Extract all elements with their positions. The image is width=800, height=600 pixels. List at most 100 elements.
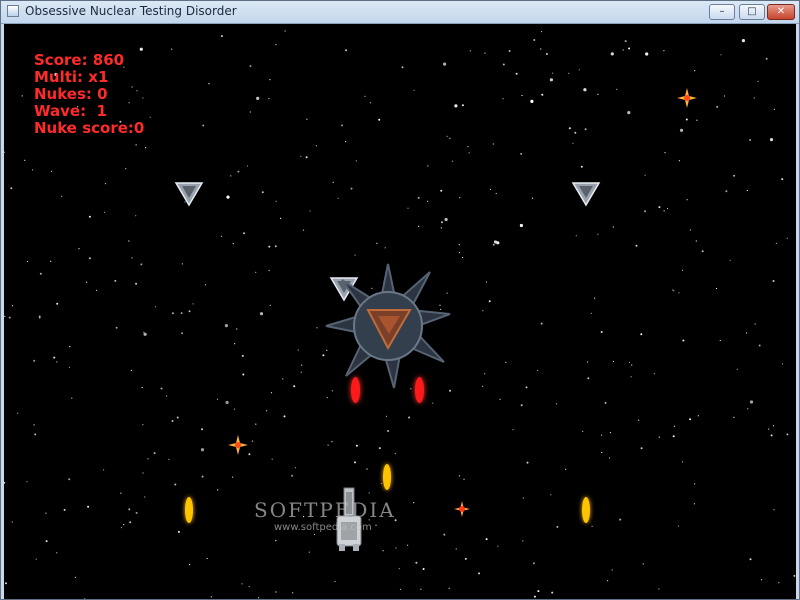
star: [580, 165, 583, 168]
star: [578, 69, 580, 71]
star: [781, 178, 784, 181]
star: [4, 151, 6, 153]
star: [341, 124, 343, 127]
star: [210, 596, 212, 598]
star: [458, 475, 460, 477]
star: [256, 96, 260, 100]
star: [248, 586, 250, 588]
star: [520, 152, 523, 155]
star: [489, 188, 492, 190]
star: [308, 551, 310, 553]
star: [533, 595, 536, 598]
star: [259, 312, 264, 316]
star: [525, 386, 528, 389]
star: [440, 189, 443, 192]
explosion-spark-icon: [677, 88, 697, 108]
star: [607, 580, 609, 582]
watermark-url: www.softpedia.com: [274, 522, 372, 533]
star: [612, 226, 614, 228]
star: [251, 440, 254, 442]
minimize-button[interactable]: –: [709, 4, 735, 20]
star: [271, 458, 273, 460]
star: [686, 199, 688, 201]
star: [449, 137, 451, 139]
star: [350, 187, 353, 190]
star: [387, 430, 390, 432]
star: [114, 279, 117, 282]
hud-nuke-score: Nuke score:0: [34, 119, 145, 137]
star: [492, 243, 495, 246]
star: [232, 476, 234, 478]
star: [508, 50, 511, 52]
star: [249, 65, 252, 68]
star: [773, 509, 775, 511]
star: [269, 79, 271, 81]
star: [627, 111, 631, 115]
star: [572, 142, 574, 144]
star: [180, 312, 183, 315]
star: [594, 297, 596, 299]
star: [255, 271, 257, 273]
star: [4, 481, 6, 484]
star: [168, 458, 170, 460]
star: [135, 282, 138, 285]
star: [220, 35, 223, 38]
star: [645, 52, 649, 56]
star: [280, 217, 282, 219]
star: [443, 62, 447, 66]
star: [587, 361, 589, 363]
star: [268, 98, 270, 100]
star: [464, 557, 467, 560]
star: [301, 364, 303, 366]
star: [399, 588, 402, 590]
app-window-icon[interactable]: [7, 5, 19, 17]
star: [142, 472, 144, 474]
star: [217, 489, 219, 491]
star: [582, 430, 584, 432]
star: [678, 292, 680, 294]
star: [440, 227, 442, 229]
star: [781, 363, 784, 365]
star: [71, 397, 73, 399]
star: [160, 387, 163, 390]
hud-nukes: Nukes: 0: [34, 85, 108, 103]
star: [300, 371, 302, 373]
close-button[interactable]: ✕: [767, 4, 795, 20]
star: [512, 429, 514, 431]
star: [499, 398, 501, 400]
star: [587, 377, 590, 380]
triangular-enemy-ship-icon: [174, 182, 204, 207]
star: [38, 315, 41, 318]
star: [69, 346, 71, 348]
star: [50, 260, 52, 262]
title-bar[interactable]: Obsessive Nuclear Testing Disorder – □ ✕: [1, 1, 799, 24]
star: [597, 93, 599, 95]
star: [775, 242, 778, 244]
star: [131, 257, 133, 259]
star: [640, 333, 643, 336]
star: [463, 478, 465, 480]
star: [663, 50, 665, 52]
star: [68, 478, 71, 481]
star: [519, 223, 524, 228]
window-title: Obsessive Nuclear Testing Disorder: [25, 4, 237, 18]
star: [142, 424, 144, 426]
star: [315, 145, 317, 147]
star: [268, 245, 271, 248]
maximize-button[interactable]: □: [739, 4, 765, 20]
star: [232, 243, 234, 245]
star: [135, 144, 137, 146]
star: [398, 568, 400, 570]
star: [128, 240, 130, 242]
star: [8, 316, 11, 319]
star: [604, 401, 607, 404]
star: [128, 508, 131, 511]
star: [459, 197, 461, 199]
star: [555, 403, 558, 405]
star: [575, 235, 577, 237]
game-viewport[interactable]: Score: 860 Multi: x1 Nukes: 0 Wave: 1 Nu…: [4, 24, 796, 599]
star: [682, 339, 685, 342]
star: [772, 280, 775, 282]
star: [689, 418, 692, 421]
star: [269, 304, 271, 306]
